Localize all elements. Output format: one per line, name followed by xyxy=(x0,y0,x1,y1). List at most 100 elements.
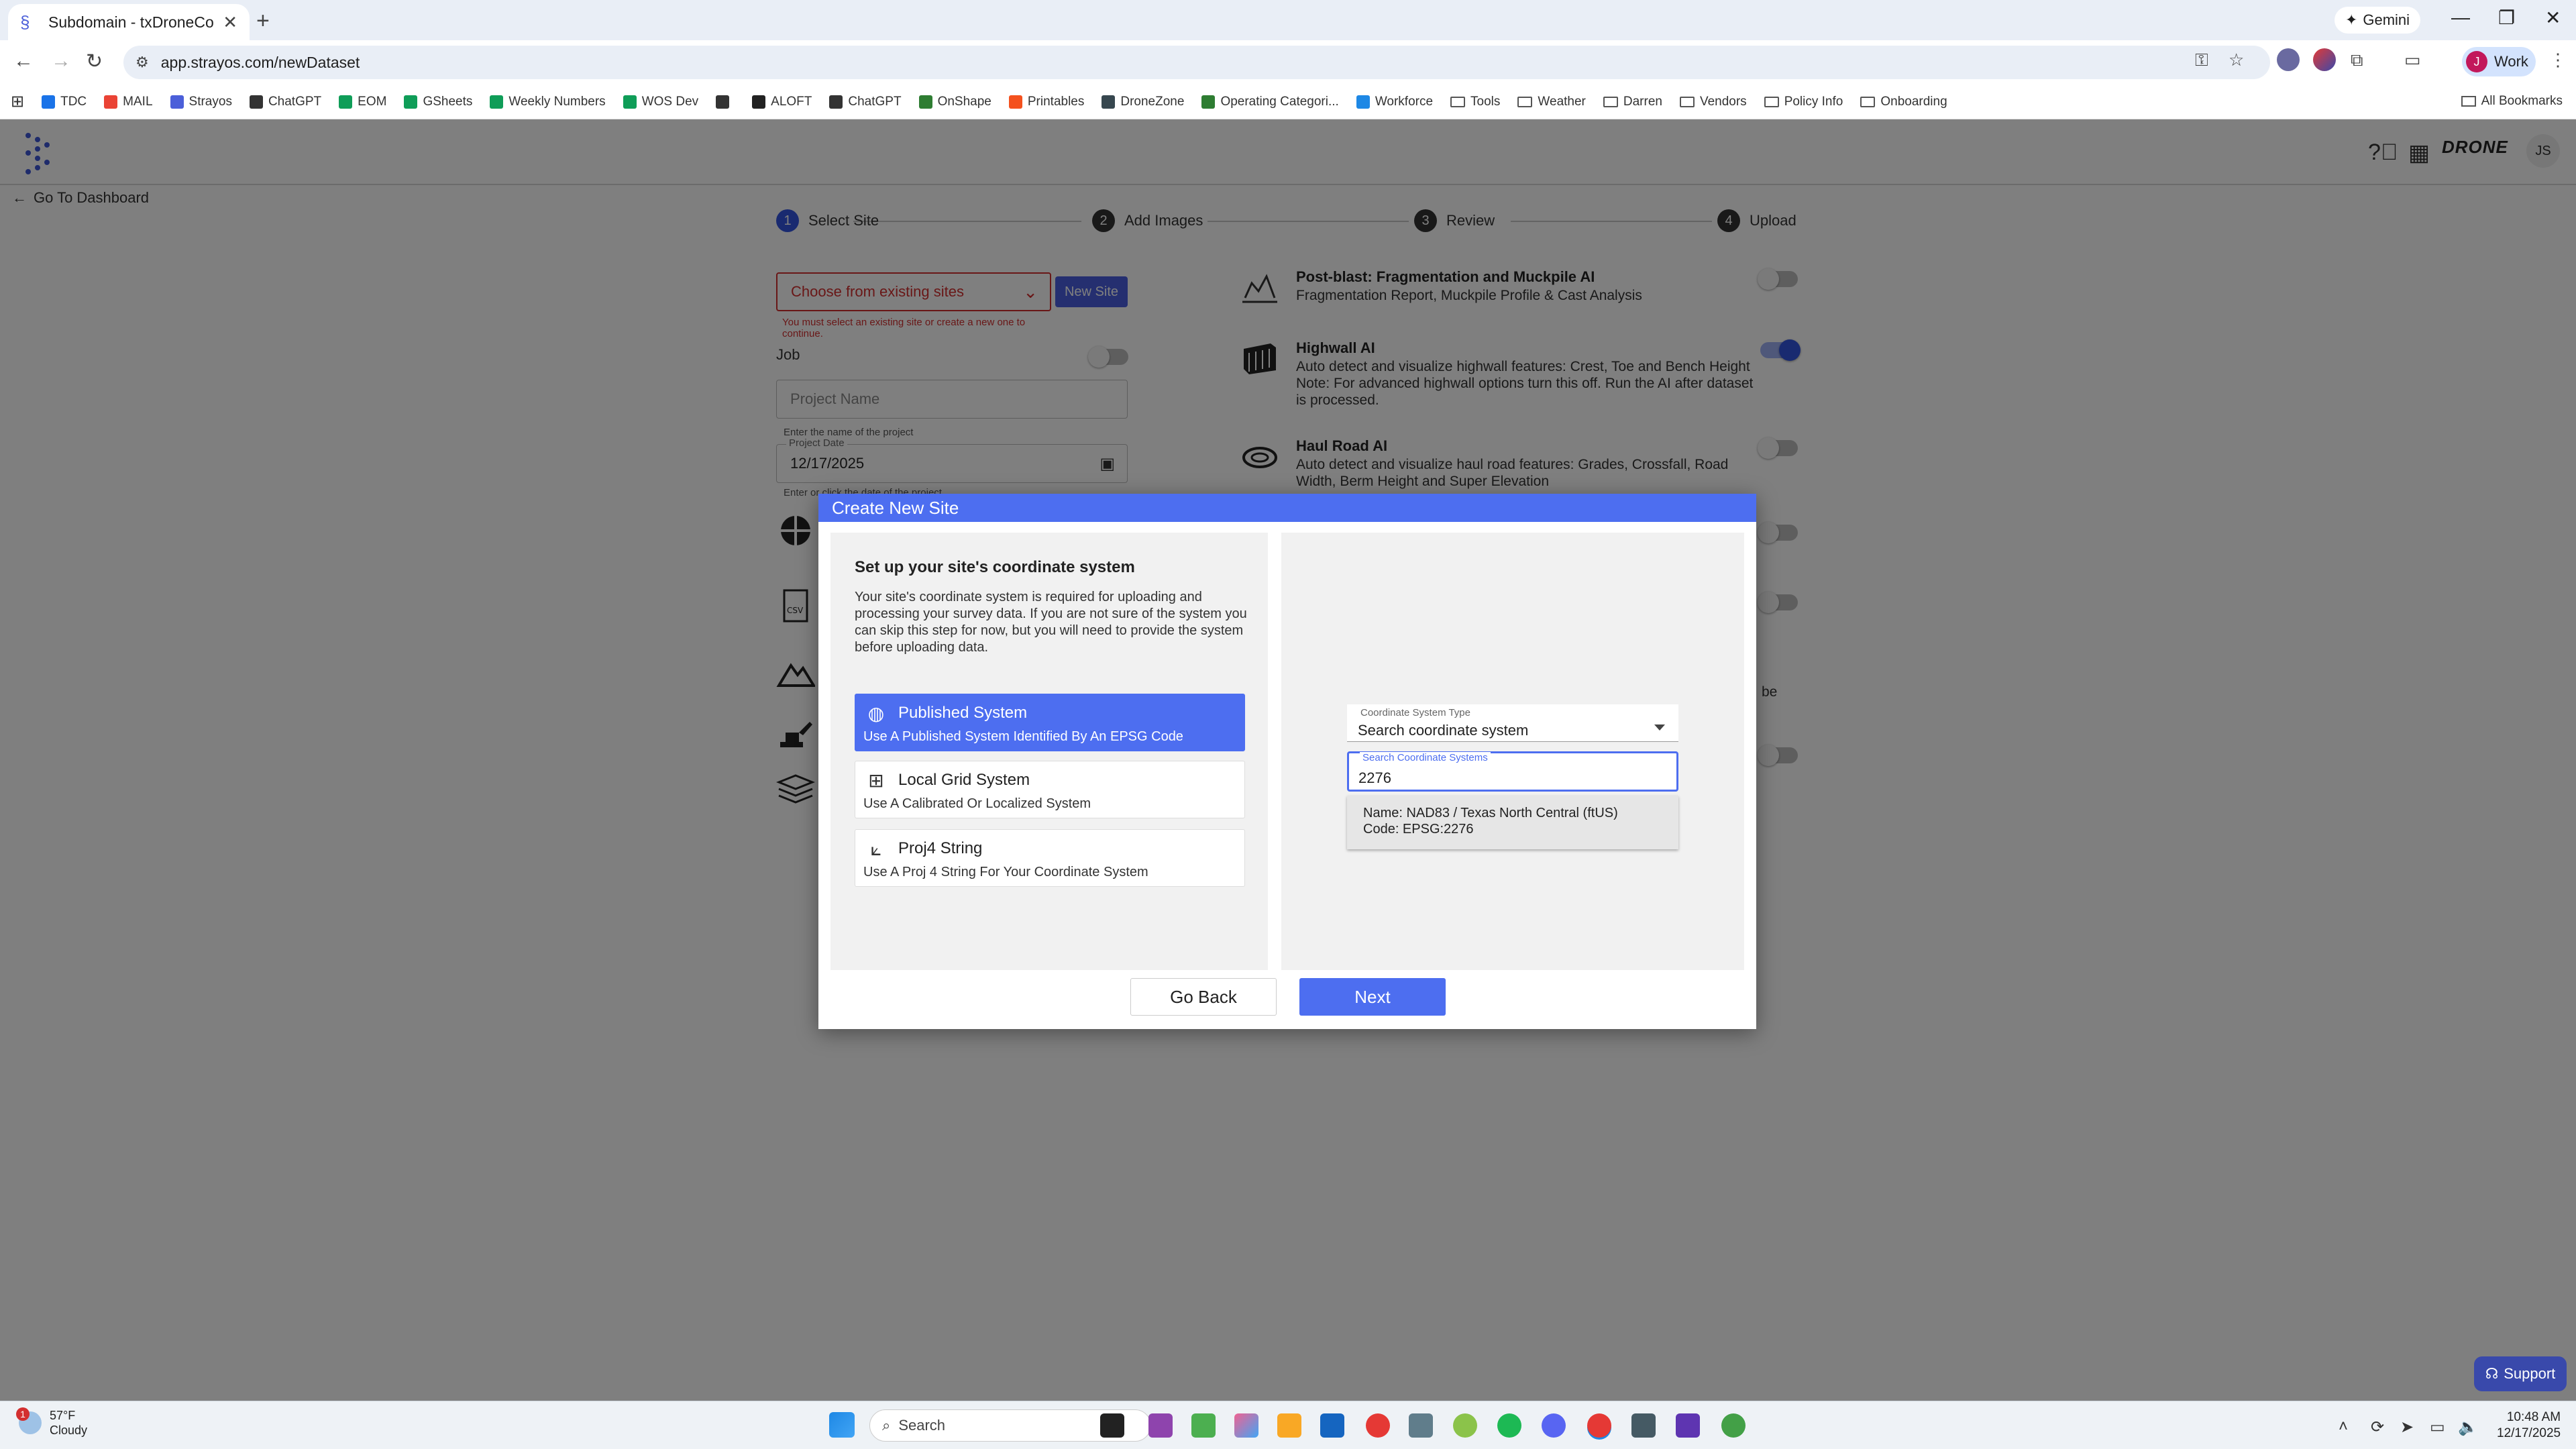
bookmark-label: Printables xyxy=(1027,94,1085,109)
extensions-puzzle-icon[interactable]: ⧉ xyxy=(2351,50,2363,71)
app-icon[interactable] xyxy=(1676,1413,1700,1438)
bookmark-folder[interactable]: Vendors xyxy=(1679,95,1747,109)
bookmark-item[interactable]: DroneZone xyxy=(1102,95,1184,109)
option-published-system[interactable]: ◍ Published System Use A Published Syste… xyxy=(855,694,1245,751)
workforce-icon xyxy=(1356,95,1370,109)
bookmark-item[interactable]: Weekly Numbers xyxy=(490,94,606,109)
snipping-tool-icon[interactable] xyxy=(1148,1413,1173,1438)
folder-icon xyxy=(1764,96,1779,107)
extension-icon[interactable] xyxy=(2313,48,2336,71)
bookmark-label: ALOFT xyxy=(771,94,812,109)
bookmark-item[interactable]: Strayos xyxy=(170,95,232,109)
network-icon[interactable]: ▭ xyxy=(2430,1417,2445,1437)
weather-widget[interactable]: 1 57°F Cloudy xyxy=(16,1407,87,1438)
bookmark-item[interactable]: WOS Dev xyxy=(623,95,698,109)
restore-icon[interactable]: ❐ xyxy=(2498,7,2515,29)
folder-icon xyxy=(2461,96,2476,107)
browser-tab[interactable]: § Subdomain - txDroneCo - Dem ✕ xyxy=(8,4,250,40)
file-explorer-icon[interactable] xyxy=(1277,1413,1301,1438)
bookmark-label: WOS Dev xyxy=(641,94,699,109)
bookmark-folder[interactable]: Darren xyxy=(1603,95,1662,109)
reload-icon[interactable]: ↻ xyxy=(86,50,103,73)
bookmark-star-icon[interactable]: ☆ xyxy=(2229,50,2244,70)
globe-icon: ◍ xyxy=(867,703,885,724)
chrome-icon[interactable] xyxy=(1721,1413,1746,1438)
profile-button[interactable]: J Work xyxy=(2462,47,2536,76)
sync-icon[interactable]: ⟳ xyxy=(2371,1417,2384,1437)
chrome-icon[interactable] xyxy=(1366,1413,1390,1438)
forward-icon[interactable]: → xyxy=(51,50,71,72)
search-icon: ⌕ xyxy=(882,1417,891,1434)
system-clock[interactable]: 10:48 AM 12/17/2025 xyxy=(2497,1409,2561,1442)
store-icon[interactable] xyxy=(1320,1413,1344,1438)
bookmark-item[interactable]: ALOFT xyxy=(752,95,812,109)
windows-start-icon[interactable] xyxy=(829,1412,855,1438)
chevron-up-icon[interactable]: ˄ xyxy=(2339,1417,2348,1436)
discord-icon[interactable] xyxy=(1542,1413,1566,1438)
bookmark-folder[interactable]: Tools xyxy=(1450,95,1500,109)
copilot-icon[interactable] xyxy=(1234,1413,1258,1438)
dialog-description: Your site's coordinate system is require… xyxy=(855,590,1247,655)
app-icon[interactable] xyxy=(1191,1413,1216,1438)
bookmark-item[interactable]: Workforce xyxy=(1356,95,1433,109)
option-title: Published System xyxy=(898,704,1028,722)
site-info-icon[interactable]: ⚙ xyxy=(136,54,149,71)
bookmark-folder[interactable]: Weather xyxy=(1517,95,1586,109)
folder-icon xyxy=(1603,96,1618,107)
bookmark-item[interactable]: MAIL xyxy=(104,95,153,109)
volume-icon[interactable]: 🔈 xyxy=(2458,1417,2478,1437)
support-button[interactable]: ☊ Support xyxy=(2474,1356,2567,1391)
dropdown-arrow-icon xyxy=(1654,724,1665,731)
search-result-item[interactable]: Name: NAD83 / Texas North Central (ftUS)… xyxy=(1347,796,1678,849)
bookmark-item[interactable]: Operating Categori... xyxy=(1201,95,1339,109)
next-button[interactable]: Next xyxy=(1299,978,1446,1016)
profile-avatar: J xyxy=(2466,51,2487,72)
calculator-icon[interactable] xyxy=(1409,1413,1433,1438)
search-label: Search Coordinate Systems xyxy=(1360,752,1491,763)
app-icon[interactable] xyxy=(1631,1413,1656,1438)
app-icon[interactable] xyxy=(1453,1413,1477,1438)
coordinate-system-type-select[interactable]: Coordinate System Type Search coordinate… xyxy=(1347,704,1678,742)
bookmark-item[interactable]: EOM xyxy=(339,95,386,109)
option-title: Proj4 String xyxy=(898,839,983,857)
chrome-icon[interactable] xyxy=(1587,1413,1611,1438)
bookmark-item[interactable] xyxy=(716,95,735,109)
profile-label: Work xyxy=(2494,53,2528,70)
go-back-button[interactable]: Go Back xyxy=(1130,978,1277,1016)
option-subtitle: Use A Proj 4 String For Your Coordinate … xyxy=(863,865,1148,879)
bookmark-folder[interactable]: Policy Info xyxy=(1764,95,1843,109)
minimize-icon[interactable]: — xyxy=(2451,7,2470,28)
dronezone-icon xyxy=(1102,95,1116,109)
coordinate-search-input[interactable]: Search Coordinate Systems 2276 xyxy=(1347,751,1678,792)
bookmark-item[interactable]: OnShape xyxy=(918,95,991,109)
password-key-icon[interactable]: ⚿ xyxy=(2195,50,2208,71)
taskbar-search-label: Search xyxy=(898,1417,946,1434)
support-label: Support xyxy=(2504,1365,2556,1382)
spotify-icon[interactable] xyxy=(1497,1413,1521,1438)
tab-close-icon[interactable]: ✕ xyxy=(223,12,237,33)
back-icon[interactable]: ← xyxy=(13,50,34,72)
address-bar[interactable]: ⚙ app.strayos.com/newDataset xyxy=(123,46,2270,79)
bookmark-item[interactable]: Printables xyxy=(1008,94,1085,109)
bookmark-label: Weekly Numbers xyxy=(508,94,606,109)
chrome-menu-icon[interactable]: ⋮ xyxy=(2549,50,2567,70)
option-subtitle: Use A Calibrated Or Localized System xyxy=(863,796,1091,811)
location-icon[interactable]: ➤ xyxy=(2400,1417,2414,1437)
gemini-button[interactable]: ✦ Gemini xyxy=(2334,7,2420,34)
extension-icon[interactable] xyxy=(2277,48,2300,71)
bookmark-item[interactable]: TDC xyxy=(42,95,87,109)
option-local-grid-system[interactable]: ⊞ Local Grid System Use A Calibrated Or … xyxy=(855,761,1245,818)
side-panel-icon[interactable]: ▭ xyxy=(2404,50,2421,70)
new-tab-icon[interactable]: + xyxy=(256,8,270,34)
bookmark-folder[interactable]: Onboarding xyxy=(1860,95,1947,109)
apps-grid-icon[interactable]: ⊞ xyxy=(11,92,24,111)
strayos-icon xyxy=(170,95,184,109)
task-view-icon[interactable] xyxy=(1100,1413,1124,1438)
bookmark-item[interactable]: GSheets xyxy=(404,95,472,109)
option-proj4-string[interactable]: ⟀ Proj4 String Use A Proj 4 String For Y… xyxy=(855,829,1245,887)
headset-icon: ☊ xyxy=(2485,1365,2499,1382)
bookmark-item[interactable]: ChatGPT xyxy=(829,95,902,109)
close-window-icon[interactable]: ✕ xyxy=(2545,7,2561,29)
all-bookmarks[interactable]: All Bookmarks xyxy=(2461,94,2563,109)
bookmark-item[interactable]: ChatGPT xyxy=(249,95,321,109)
